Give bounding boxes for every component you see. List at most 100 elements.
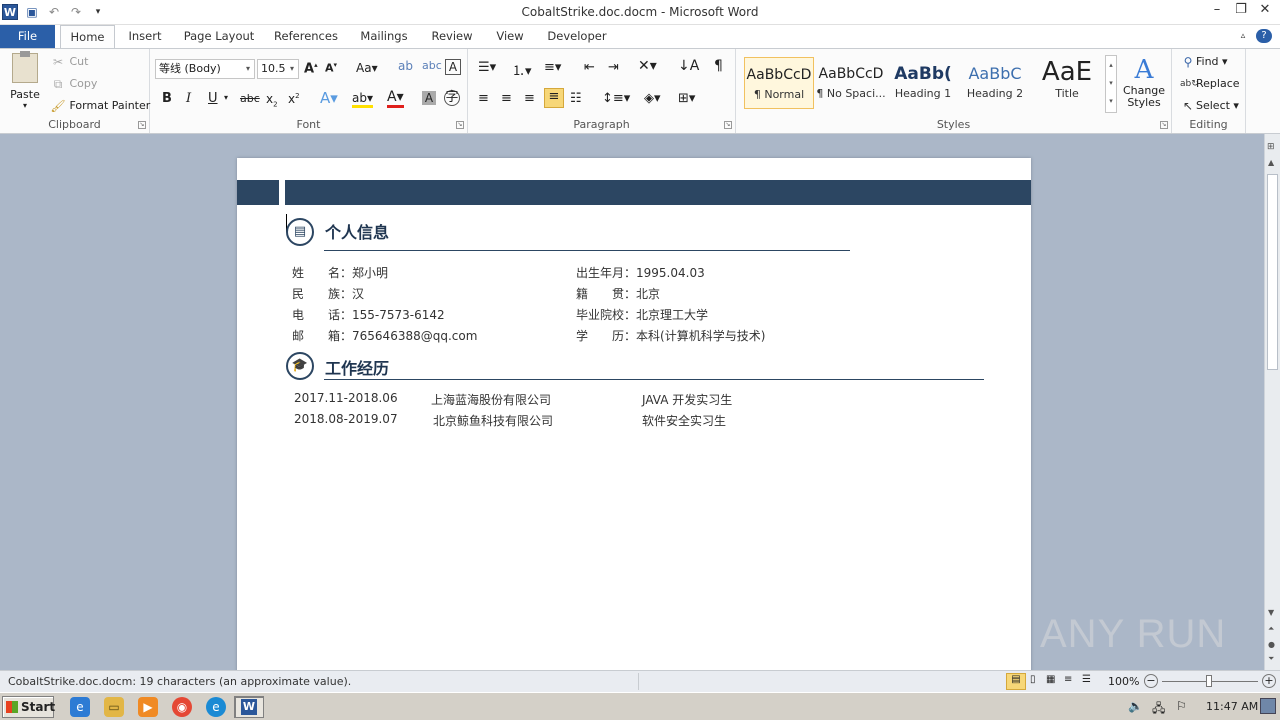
- style-heading-2[interactable]: AaBbC Heading 2: [960, 57, 1030, 109]
- bullets-icon[interactable]: ☰▾: [478, 60, 496, 75]
- minimize-button[interactable]: –: [1206, 2, 1228, 20]
- underline-icon[interactable]: U: [208, 91, 218, 106]
- maximize-button[interactable]: ❐: [1230, 2, 1252, 20]
- bold-icon[interactable]: B: [162, 91, 172, 106]
- volume-icon[interactable]: 🔈: [1128, 699, 1143, 713]
- vertical-scrollbar[interactable]: ⊞ ▲ ▼ ⏶ ● ⏷: [1264, 134, 1280, 670]
- status-text[interactable]: CobaltStrike.doc.docm: 19 characters (an…: [8, 675, 351, 688]
- replace-button[interactable]: ab↻Replace: [1180, 76, 1240, 92]
- document-page[interactable]: ▤ 个人信息 姓 名：郑小明 民 族：汉 电 话：155-7573-6142 邮…: [237, 158, 1031, 678]
- internet-explorer-icon[interactable]: e: [70, 697, 90, 717]
- web-layout-icon[interactable]: ▦: [1046, 674, 1055, 685]
- full-screen-reading-icon[interactable]: ▯: [1030, 674, 1036, 685]
- align-center-icon[interactable]: ≡: [501, 91, 512, 106]
- ruler-toggle-icon[interactable]: ⊞: [1267, 142, 1275, 152]
- media-player-icon[interactable]: ▶: [138, 697, 158, 717]
- close-button[interactable]: ✕: [1254, 2, 1276, 20]
- superscript-icon[interactable]: x2: [288, 92, 300, 106]
- style-title[interactable]: AaE Title: [1032, 57, 1102, 109]
- edge-icon[interactable]: e: [206, 697, 226, 717]
- scroll-up-icon[interactable]: ▲: [1268, 158, 1274, 167]
- highlight-icon[interactable]: ab▾: [352, 91, 373, 108]
- tab-insert[interactable]: Insert: [122, 25, 168, 48]
- italic-icon[interactable]: I: [186, 91, 191, 106]
- copy-button[interactable]: ⧉ Copy: [50, 76, 98, 92]
- align-right-icon[interactable]: ≡: [524, 91, 535, 106]
- shading-icon[interactable]: ◈▾: [644, 91, 661, 106]
- font-name-combo[interactable]: 等线 (Body) ▾: [155, 59, 255, 79]
- help-icon[interactable]: ?: [1256, 29, 1272, 43]
- taskbar-word-button[interactable]: W: [234, 696, 264, 718]
- tab-home[interactable]: Home: [60, 25, 115, 49]
- scroll-down-icon[interactable]: ▼: [1268, 608, 1274, 617]
- font-launcher-icon[interactable]: ↘: [456, 121, 464, 129]
- paste-button[interactable]: Paste ▾: [8, 51, 42, 113]
- print-layout-icon[interactable]: ▤: [1006, 673, 1026, 690]
- subscript-icon[interactable]: x2: [266, 92, 278, 108]
- multilevel-list-icon[interactable]: ≡▾: [544, 60, 561, 75]
- font-color-icon[interactable]: A▾: [387, 89, 404, 108]
- style-heading-1[interactable]: AaBb( Heading 1: [888, 57, 958, 109]
- clock[interactable]: 11:47 AM: [1206, 700, 1258, 713]
- align-left-icon[interactable]: ≡: [478, 91, 489, 106]
- select-button[interactable]: ↖ Select ▾: [1180, 98, 1239, 114]
- chrome-icon[interactable]: ◉: [172, 697, 192, 717]
- tab-references[interactable]: References: [270, 25, 342, 48]
- zoom-level[interactable]: 100%: [1108, 675, 1139, 688]
- zoom-out-icon[interactable]: −: [1144, 674, 1158, 688]
- distributed-icon[interactable]: ☷: [570, 91, 582, 106]
- borders-icon[interactable]: ⊞▾: [678, 91, 695, 106]
- font-size-combo[interactable]: 10.5 ▾: [257, 59, 299, 79]
- find-button[interactable]: ⚲ Find ▾: [1180, 54, 1228, 70]
- asian-layout-icon[interactable]: ✕▾: [638, 58, 657, 74]
- character-shading-icon[interactable]: A: [422, 91, 436, 105]
- previous-page-icon[interactable]: ⏶: [1268, 624, 1274, 634]
- decrease-indent-icon[interactable]: ⇤: [584, 60, 595, 75]
- paragraph-launcher-icon[interactable]: ↘: [724, 121, 732, 129]
- tab-file[interactable]: File: [0, 25, 55, 48]
- start-button[interactable]: Start: [2, 696, 55, 718]
- show-marks-icon[interactable]: ¶: [714, 58, 723, 74]
- format-painter-button[interactable]: 🖌 Format Painter: [50, 98, 150, 114]
- minimize-ribbon-icon[interactable]: ▵: [1236, 25, 1250, 48]
- shrink-font-icon[interactable]: A▾: [325, 61, 337, 75]
- increase-indent-icon[interactable]: ⇥: [608, 60, 619, 75]
- network-icon[interactable]: 🖧: [1152, 699, 1165, 720]
- style-no-spacing[interactable]: AaBbCcD ¶ No Spaci...: [816, 57, 886, 109]
- tab-view[interactable]: View: [490, 25, 530, 48]
- style-normal[interactable]: AaBbCcD ¶ Normal: [744, 57, 814, 109]
- zoom-in-icon[interactable]: +: [1262, 674, 1276, 688]
- file-explorer-icon[interactable]: ▭: [104, 697, 124, 717]
- tab-page-layout[interactable]: Page Layout: [180, 25, 258, 48]
- zoom-slider-thumb[interactable]: [1206, 675, 1212, 687]
- grow-font-icon[interactable]: A▴: [304, 61, 318, 76]
- line-spacing-icon[interactable]: ↕≡▾: [602, 91, 630, 106]
- strikethrough-icon[interactable]: abc: [240, 92, 260, 105]
- tab-review[interactable]: Review: [426, 25, 478, 48]
- justify-icon[interactable]: ≡: [544, 88, 564, 108]
- outline-icon[interactable]: ≡: [1064, 674, 1072, 685]
- show-desktop-icon[interactable]: [1260, 698, 1276, 714]
- flag-icon[interactable]: ⚐: [1176, 699, 1187, 713]
- text-effects-icon[interactable]: A▾: [320, 89, 338, 107]
- next-page-icon[interactable]: ⏷: [1268, 654, 1274, 664]
- change-styles-button[interactable]: A Change Styles: [1120, 55, 1168, 109]
- numbering-icon[interactable]: ⒈▾: [512, 60, 532, 79]
- clear-formatting-icon[interactable]: ab: [398, 59, 413, 73]
- scroll-thumb[interactable]: [1267, 174, 1278, 370]
- styles-scroll-icon[interactable]: ▴ ▾ ▾: [1105, 55, 1117, 113]
- styles-launcher-icon[interactable]: ↘: [1160, 121, 1168, 129]
- clipboard-launcher-icon[interactable]: ↘: [138, 121, 146, 129]
- tab-mailings[interactable]: Mailings: [354, 25, 414, 48]
- sort-icon[interactable]: ↓A: [678, 58, 699, 74]
- browse-object-icon[interactable]: ●: [1268, 640, 1275, 649]
- draft-icon[interactable]: ☰: [1082, 674, 1091, 685]
- cut-button[interactable]: ✂ Cut: [50, 54, 89, 70]
- character-border-icon[interactable]: A: [445, 59, 461, 75]
- chevron-down-icon[interactable]: ▾: [224, 93, 228, 102]
- tab-developer[interactable]: Developer: [542, 25, 612, 48]
- change-case-icon[interactable]: Aa▾: [356, 61, 378, 75]
- phonetic-guide-icon[interactable]: abc: [422, 59, 442, 72]
- enclose-characters-icon[interactable]: 字: [444, 90, 460, 106]
- header-bar-left: [237, 180, 279, 205]
